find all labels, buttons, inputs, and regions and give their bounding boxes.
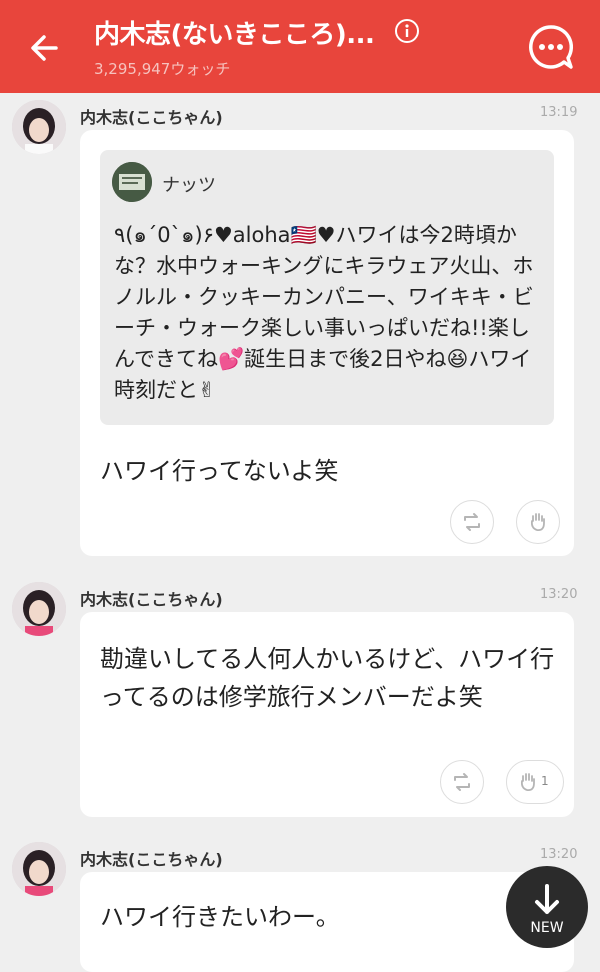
info-icon [395, 19, 419, 43]
timestamp: 13:20 [540, 587, 578, 602]
quoted-comment[interactable]: ナッツ ٩(๑´0`๑)۶♥aloha🇱🇷♥ハワイは今2時頃かな？水中ウォーキン… [100, 150, 554, 425]
header-bar: 内木志(ないきこころ)... 3,295,947ウォッチ [0, 0, 600, 93]
retweet-icon [464, 513, 480, 531]
message-text: ハワイ行きたいわー。 [100, 903, 340, 931]
down-arrow-icon [535, 884, 559, 914]
clap-button[interactable]: 1 [506, 760, 564, 804]
quote-author: ナッツ [162, 175, 216, 196]
message-text: ハワイ行ってないよ笑 [100, 457, 339, 485]
quote-avatar [112, 162, 152, 202]
watcher-count: 3,295,947ウォッチ [94, 60, 231, 78]
chat-bubble-icon [529, 25, 574, 69]
message-card: 勘違いしてる人何人かいるけど、ハワイ行ってるのは修学旅行メンバーだよ笑 1 [80, 612, 574, 817]
timestamp: 13:19 [540, 105, 578, 120]
author-name[interactable]: 内木志(ここちゃん) [80, 586, 223, 610]
new-messages-button[interactable]: NEW [506, 866, 588, 948]
retweet-icon [454, 773, 470, 791]
timestamp: 13:20 [540, 847, 578, 862]
clap-icon [530, 513, 545, 532]
message-text: 勘違いしてる人何人かいるけど、ハワイ行ってるのは修学旅行メンバーだよ笑 [100, 645, 555, 711]
info-button[interactable] [394, 18, 420, 44]
page-title: 内木志(ないきこころ)... [94, 20, 375, 50]
avatar[interactable] [12, 100, 66, 154]
author-name[interactable]: 内木志(ここちゃん) [80, 104, 223, 128]
quote-text: ٩(๑´0`๑)۶♥aloha🇱🇷♥ハワイは今2時頃かな？水中ウォーキングにキラ… [114, 223, 534, 402]
retweet-button[interactable] [450, 500, 494, 544]
chat-button[interactable] [526, 22, 576, 72]
retweet-button[interactable] [440, 760, 484, 804]
avatar[interactable] [12, 582, 66, 636]
clap-button[interactable] [516, 500, 560, 544]
back-arrow-icon [31, 35, 58, 61]
clap-icon [520, 773, 535, 792]
message-card: ナッツ ٩(๑´0`๑)۶♥aloha🇱🇷♥ハワイは今2時頃かな？水中ウォーキン… [80, 130, 574, 556]
new-label: NEW [530, 920, 564, 936]
message-card: ハワイ行きたいわー。 [80, 872, 574, 972]
clap-count: 1 [541, 774, 549, 788]
avatar[interactable] [12, 842, 66, 896]
back-button[interactable] [22, 26, 70, 70]
author-name[interactable]: 内木志(ここちゃん) [80, 846, 223, 870]
